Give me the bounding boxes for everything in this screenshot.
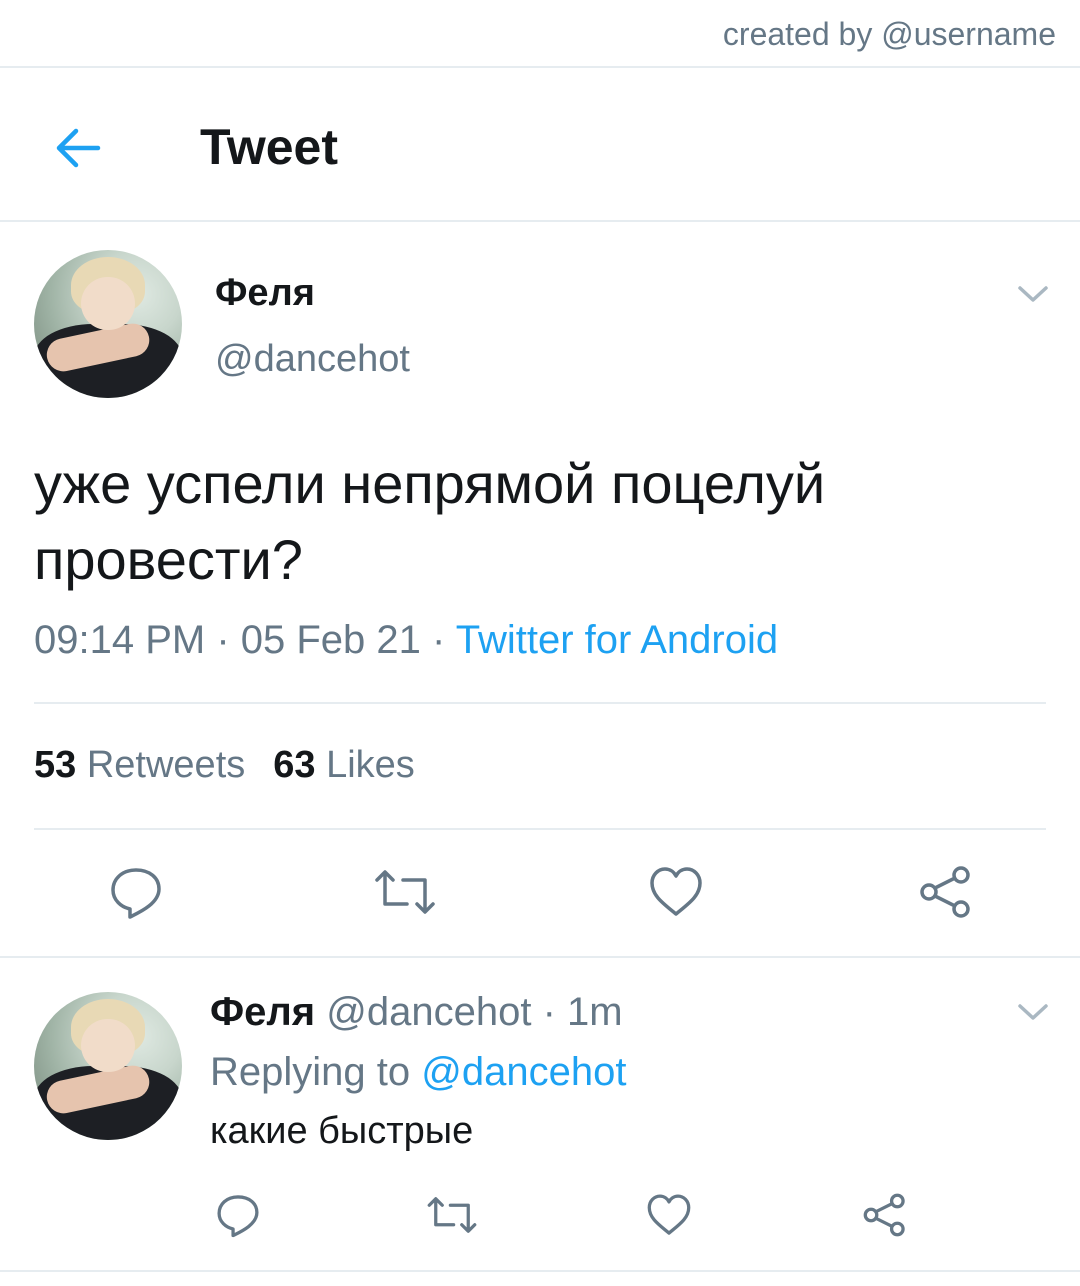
- reply-author-handle[interactable]: @dancehot: [326, 990, 531, 1034]
- tweet-stats: 53 Retweets 63 Likes: [34, 744, 415, 787]
- chevron-down-icon[interactable]: [1016, 1000, 1050, 1024]
- avatar[interactable]: [34, 250, 182, 398]
- retweets-label: Retweets: [86, 744, 246, 786]
- bottom-divider: [0, 1270, 1080, 1272]
- retweet-icon[interactable]: [373, 864, 437, 925]
- tweet-meta: 09:14 PM · 05 Feb 21 · Twitter for Andro…: [34, 618, 778, 663]
- reply-icon[interactable]: [215, 1192, 261, 1243]
- likes-count: 63: [273, 744, 316, 786]
- tweet-date: 05 Feb 21: [240, 618, 421, 662]
- reply-avatar[interactable]: [34, 992, 182, 1140]
- retweets-count: 53: [34, 744, 77, 786]
- tweet-text: уже успели непрямой поцелуй провести?: [34, 452, 826, 591]
- likes-label: Likes: [326, 744, 415, 786]
- chevron-down-icon[interactable]: [1016, 282, 1050, 306]
- retweets-stat[interactable]: 53 Retweets: [34, 744, 245, 786]
- share-icon[interactable]: [918, 864, 974, 925]
- tweet-time: 09:14 PM: [34, 618, 206, 662]
- like-icon[interactable]: [646, 1192, 692, 1243]
- reply-time-separator: ·: [531, 990, 568, 1034]
- watermark-text: created by @username: [722, 16, 1056, 52]
- header-divider: [0, 220, 1080, 222]
- author-name[interactable]: Феля: [215, 272, 315, 315]
- stats-top-divider: [34, 702, 1046, 704]
- like-icon[interactable]: [648, 864, 704, 925]
- reply-text: какие быстрые: [210, 1110, 474, 1152]
- reply-icon[interactable]: [108, 864, 164, 925]
- meta-separator: ·: [420, 618, 456, 662]
- reply-divider: [0, 956, 1080, 958]
- share-icon[interactable]: [862, 1192, 908, 1243]
- reply-author-name[interactable]: Феля: [210, 990, 315, 1034]
- replying-to-label: Replying to: [210, 1050, 422, 1094]
- replying-to: Replying to @dancehot: [210, 1050, 626, 1095]
- stats-bottom-divider: [34, 828, 1046, 830]
- top-divider: [0, 66, 1080, 68]
- meta-separator: ·: [205, 618, 241, 662]
- retweet-icon[interactable]: [426, 1192, 478, 1243]
- replying-to-mention[interactable]: @dancehot: [421, 1050, 626, 1094]
- likes-stat[interactable]: 63 Likes: [273, 744, 415, 786]
- reply-header: Феля @dancehot · 1m: [210, 990, 623, 1035]
- author-handle[interactable]: @dancehot: [215, 338, 410, 381]
- reply-time: 1m: [567, 990, 623, 1034]
- page-title: Tweet: [200, 119, 338, 175]
- back-arrow-icon[interactable]: [50, 120, 106, 176]
- tweet-source-link[interactable]: Twitter for Android: [456, 618, 778, 662]
